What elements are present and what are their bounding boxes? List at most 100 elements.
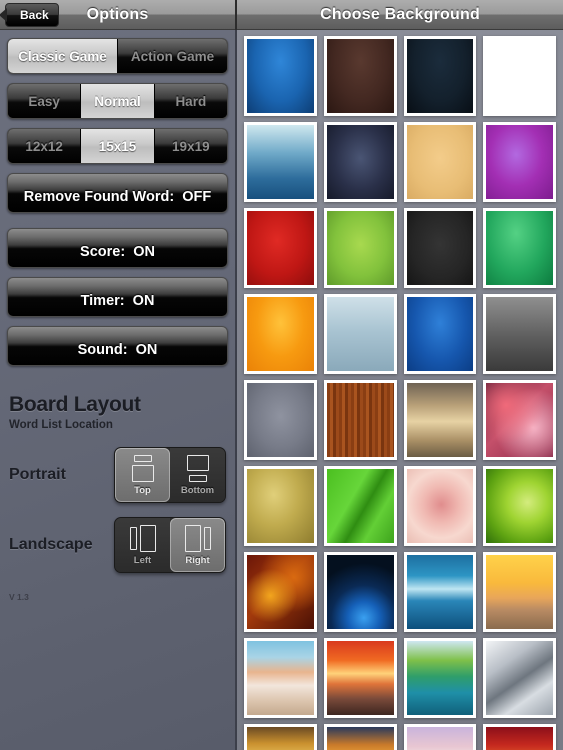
layout-right-icon xyxy=(184,524,211,552)
bg-taj-mahal xyxy=(486,727,553,750)
landscape-layout-toggle[interactable]: Left Right xyxy=(114,517,226,573)
bg-sky-blue xyxy=(247,125,314,199)
board-layout-subtitle: Word List Location xyxy=(9,419,113,431)
back-button[interactable]: Back xyxy=(0,3,59,27)
bg-gray-gradient xyxy=(486,297,553,371)
background-thumbnail[interactable] xyxy=(403,294,477,374)
board-layout-section: Board Layout Word List Location Portrait… xyxy=(0,375,235,573)
bg-lime xyxy=(486,469,553,543)
bg-sunset-sea xyxy=(326,641,394,715)
background-thumbnail[interactable] xyxy=(323,122,397,202)
segment-19x19[interactable]: 19x19 xyxy=(154,129,227,163)
segment-easy[interactable]: Easy xyxy=(8,84,82,118)
bg-sand xyxy=(406,383,474,457)
background-thumbnail[interactable] xyxy=(244,724,317,750)
background-thumbnail-grid xyxy=(237,30,563,750)
background-thumbnail[interactable] xyxy=(244,466,317,546)
back-button-label: Back xyxy=(20,8,49,22)
background-thumbnail[interactable] xyxy=(244,36,317,116)
bg-green-emerald xyxy=(486,211,553,285)
background-thumbnail[interactable] xyxy=(483,294,556,374)
bg-green-light xyxy=(326,211,394,285)
score-toggle[interactable]: Score: ON xyxy=(7,228,228,268)
background-thumbnail[interactable] xyxy=(483,466,556,546)
background-thumbnail[interactable] xyxy=(323,208,397,288)
bg-ocean xyxy=(406,555,474,629)
bg-tan xyxy=(406,125,474,199)
background-thumbnail[interactable] xyxy=(244,380,317,460)
segment-hard[interactable]: Hard xyxy=(154,84,227,118)
segment-classic-game[interactable]: Classic Game xyxy=(8,39,118,73)
background-panel-title: Choose Background xyxy=(320,5,480,23)
bg-charcoal xyxy=(406,211,474,285)
bg-windmill-sunset xyxy=(486,555,553,629)
bg-purple xyxy=(486,125,553,199)
background-thumbnail[interactable] xyxy=(323,724,397,750)
grid-size-segmented-control[interactable]: 12x12 15x15 19x19 xyxy=(7,128,228,164)
sound-toggle[interactable]: Sound: ON xyxy=(7,326,228,366)
background-thumbnail[interactable] xyxy=(483,122,556,202)
portrait-option-top-label: Top xyxy=(134,484,151,496)
bg-wheat xyxy=(247,469,314,543)
bg-navy xyxy=(326,125,394,199)
background-thumbnail[interactable] xyxy=(244,552,317,632)
bg-leaf xyxy=(326,469,394,543)
bg-rose xyxy=(406,469,474,543)
background-thumbnail[interactable] xyxy=(323,36,397,116)
segment-12x12[interactable]: 12x12 xyxy=(8,129,82,163)
options-list: Classic Game Action Game Easy Normal Har… xyxy=(0,30,235,366)
background-thumbnail[interactable] xyxy=(403,122,477,202)
segment-normal[interactable]: Normal xyxy=(81,84,155,118)
portrait-label: Portrait xyxy=(9,466,66,483)
background-thumbnail[interactable] xyxy=(403,36,477,116)
background-thumbnail[interactable] xyxy=(244,638,317,718)
bg-quilt-brown xyxy=(326,39,394,113)
landscape-label: Landscape xyxy=(9,536,93,553)
landscape-option-left-label: Left xyxy=(133,554,152,566)
options-panel: Back Options Classic Game Action Game Ea… xyxy=(0,0,235,750)
background-thumbnail[interactable] xyxy=(244,294,317,374)
landscape-option-right[interactable]: Right xyxy=(170,518,225,572)
layout-left-icon xyxy=(129,524,156,552)
background-thumbnail[interactable] xyxy=(483,638,556,718)
bg-orange xyxy=(247,297,314,371)
background-thumbnail[interactable] xyxy=(244,208,317,288)
background-thumbnail[interactable] xyxy=(403,208,477,288)
background-thumbnail[interactable] xyxy=(323,552,397,632)
portrait-layout-toggle[interactable]: Top Bottom xyxy=(114,447,226,503)
background-thumbnail[interactable] xyxy=(323,294,397,374)
difficulty-segmented-control[interactable]: Easy Normal Hard xyxy=(7,83,228,119)
options-topbar: Back Options xyxy=(0,0,235,30)
background-thumbnail[interactable] xyxy=(323,638,397,718)
background-thumbnail[interactable] xyxy=(403,638,477,718)
background-thumbnail[interactable] xyxy=(403,380,477,460)
background-thumbnail[interactable] xyxy=(323,380,397,460)
background-topbar: Choose Background xyxy=(237,0,563,30)
background-thumbnail[interactable] xyxy=(483,380,556,460)
background-thumbnail[interactable] xyxy=(483,36,556,116)
background-thumbnail[interactable] xyxy=(403,466,477,546)
portrait-option-bottom[interactable]: Bottom xyxy=(170,448,225,502)
timer-toggle[interactable]: Timer: ON xyxy=(7,277,228,317)
portrait-option-top[interactable]: Top xyxy=(115,448,170,502)
options-screen: Back Options Classic Game Action Game Ea… xyxy=(0,0,563,750)
background-thumbnail[interactable] xyxy=(403,724,477,750)
segment-15x15[interactable]: 15x15 xyxy=(81,129,155,163)
background-thumbnail[interactable] xyxy=(403,552,477,632)
segment-action-game[interactable]: Action Game xyxy=(118,39,227,73)
bg-autumn-leaves xyxy=(247,555,314,629)
bg-pale-blue xyxy=(326,297,394,371)
background-thumbnail[interactable] xyxy=(244,122,317,202)
bg-golden-rocks xyxy=(247,727,314,750)
bg-snow-river xyxy=(486,641,553,715)
landscape-option-left[interactable]: Left xyxy=(115,518,170,572)
bg-royal-blue xyxy=(406,297,474,371)
background-thumbnail[interactable] xyxy=(483,552,556,632)
background-thumbnail[interactable] xyxy=(483,724,556,750)
background-chooser-panel: Choose Background xyxy=(237,0,563,750)
background-thumbnail[interactable] xyxy=(323,466,397,546)
bg-lagoon xyxy=(406,641,474,715)
background-thumbnail[interactable] xyxy=(483,208,556,288)
game-mode-segmented-control[interactable]: Classic Game Action Game xyxy=(7,38,228,74)
remove-found-word-toggle[interactable]: Remove Found Word: OFF xyxy=(7,173,228,213)
